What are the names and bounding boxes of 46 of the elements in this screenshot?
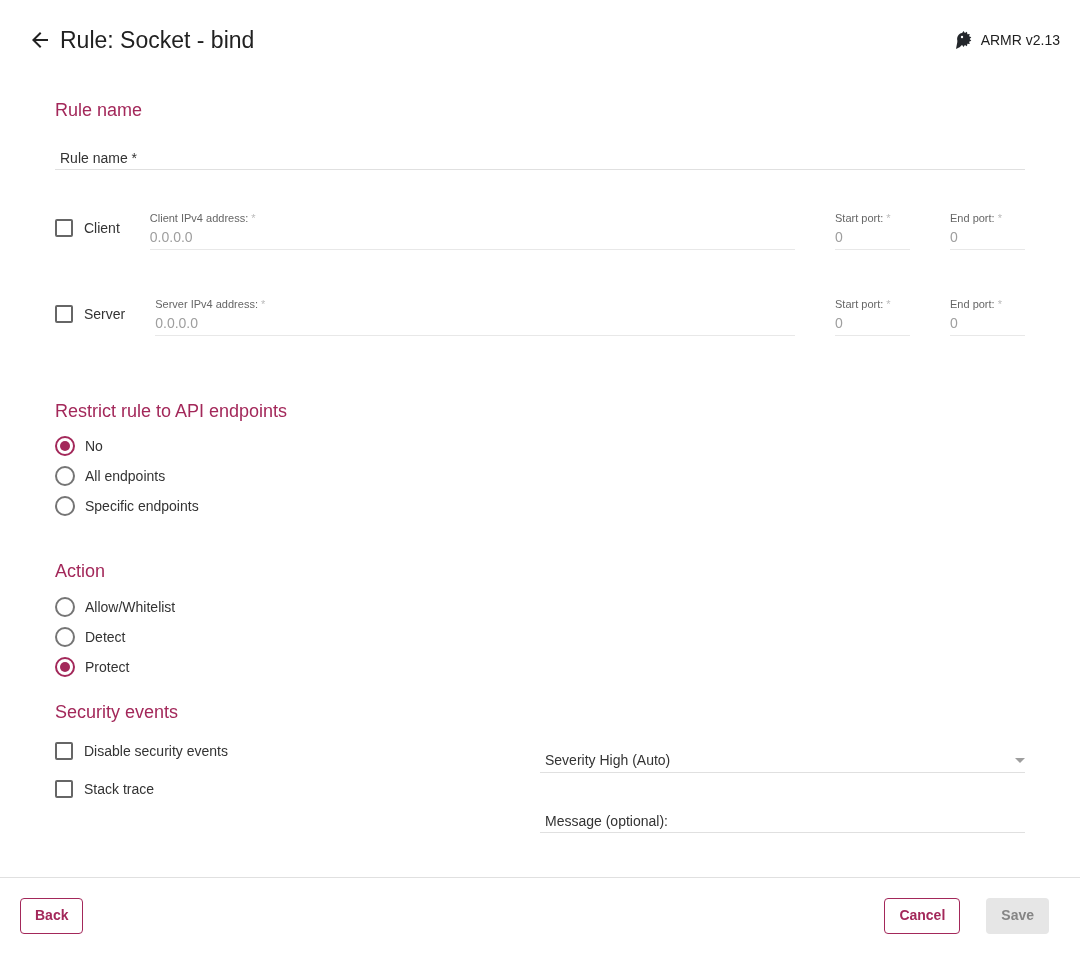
checkbox[interactable] [55, 780, 73, 798]
option-label[interactable]: Specific endpoints [85, 495, 199, 517]
radio-button[interactable] [55, 466, 75, 486]
back-button[interactable]: Back [20, 897, 84, 934]
field-label: Client IPv4 address: * [149, 211, 257, 225]
ip-address-field[interactable]: 0.0.0.0 [155, 311, 795, 336]
ip-address-field[interactable]: 0.0.0.0 [149, 225, 795, 250]
section-heading: Security events [55, 701, 180, 724]
option-label[interactable]: Allow/Whitelist [85, 596, 176, 618]
option-label[interactable]: No [85, 435, 103, 457]
version-label: ARMR v2.13 [980, 30, 1060, 50]
radio-button[interactable] [55, 436, 75, 456]
option-label[interactable]: Protect [85, 656, 130, 678]
section-heading: Restrict rule to API endpoints [55, 400, 289, 423]
field-label: End port: * [950, 211, 1003, 225]
port-field[interactable]: 0 [835, 311, 910, 336]
action-button[interactable]: Cancel [884, 897, 961, 934]
field-label: End port: * [950, 297, 1003, 311]
checkbox[interactable] [55, 742, 73, 760]
checkbox-label[interactable]: Client [84, 217, 120, 239]
radio-button[interactable] [55, 657, 75, 677]
message-field[interactable]: Message (optional): [540, 809, 1025, 833]
section-heading: Action [55, 560, 107, 583]
port-field[interactable]: 0 [950, 225, 1025, 250]
checkbox[interactable] [55, 219, 73, 237]
checkbox-label[interactable]: Server [84, 303, 126, 325]
radio-button[interactable] [55, 627, 75, 647]
option-label[interactable]: Detect [85, 626, 126, 648]
dropdown-caret-icon [1015, 758, 1025, 763]
radio-button[interactable] [55, 597, 75, 617]
back-arrow-icon[interactable] [32, 32, 48, 48]
checkbox-label[interactable]: Disable security events [84, 740, 228, 762]
severity-select[interactable]: Severity High (Auto) [540, 749, 1025, 773]
rule-name-field[interactable]: Rule name * [55, 146, 1025, 170]
port-field[interactable]: 0 [835, 225, 910, 250]
spiky-head-icon [953, 30, 972, 50]
section-heading: Rule name [55, 99, 144, 122]
page-title: Rule: Socket - bind [60, 25, 255, 55]
field-label: Start port: * [835, 211, 892, 225]
radio-button[interactable] [55, 496, 75, 516]
checkbox[interactable] [55, 305, 73, 323]
option-label[interactable]: All endpoints [85, 465, 166, 487]
field-label: Start port: * [835, 297, 892, 311]
port-field[interactable]: 0 [950, 311, 1025, 336]
checkbox-label[interactable]: Stack trace [84, 778, 155, 800]
field-label: Server IPv4 address: * [155, 297, 267, 311]
